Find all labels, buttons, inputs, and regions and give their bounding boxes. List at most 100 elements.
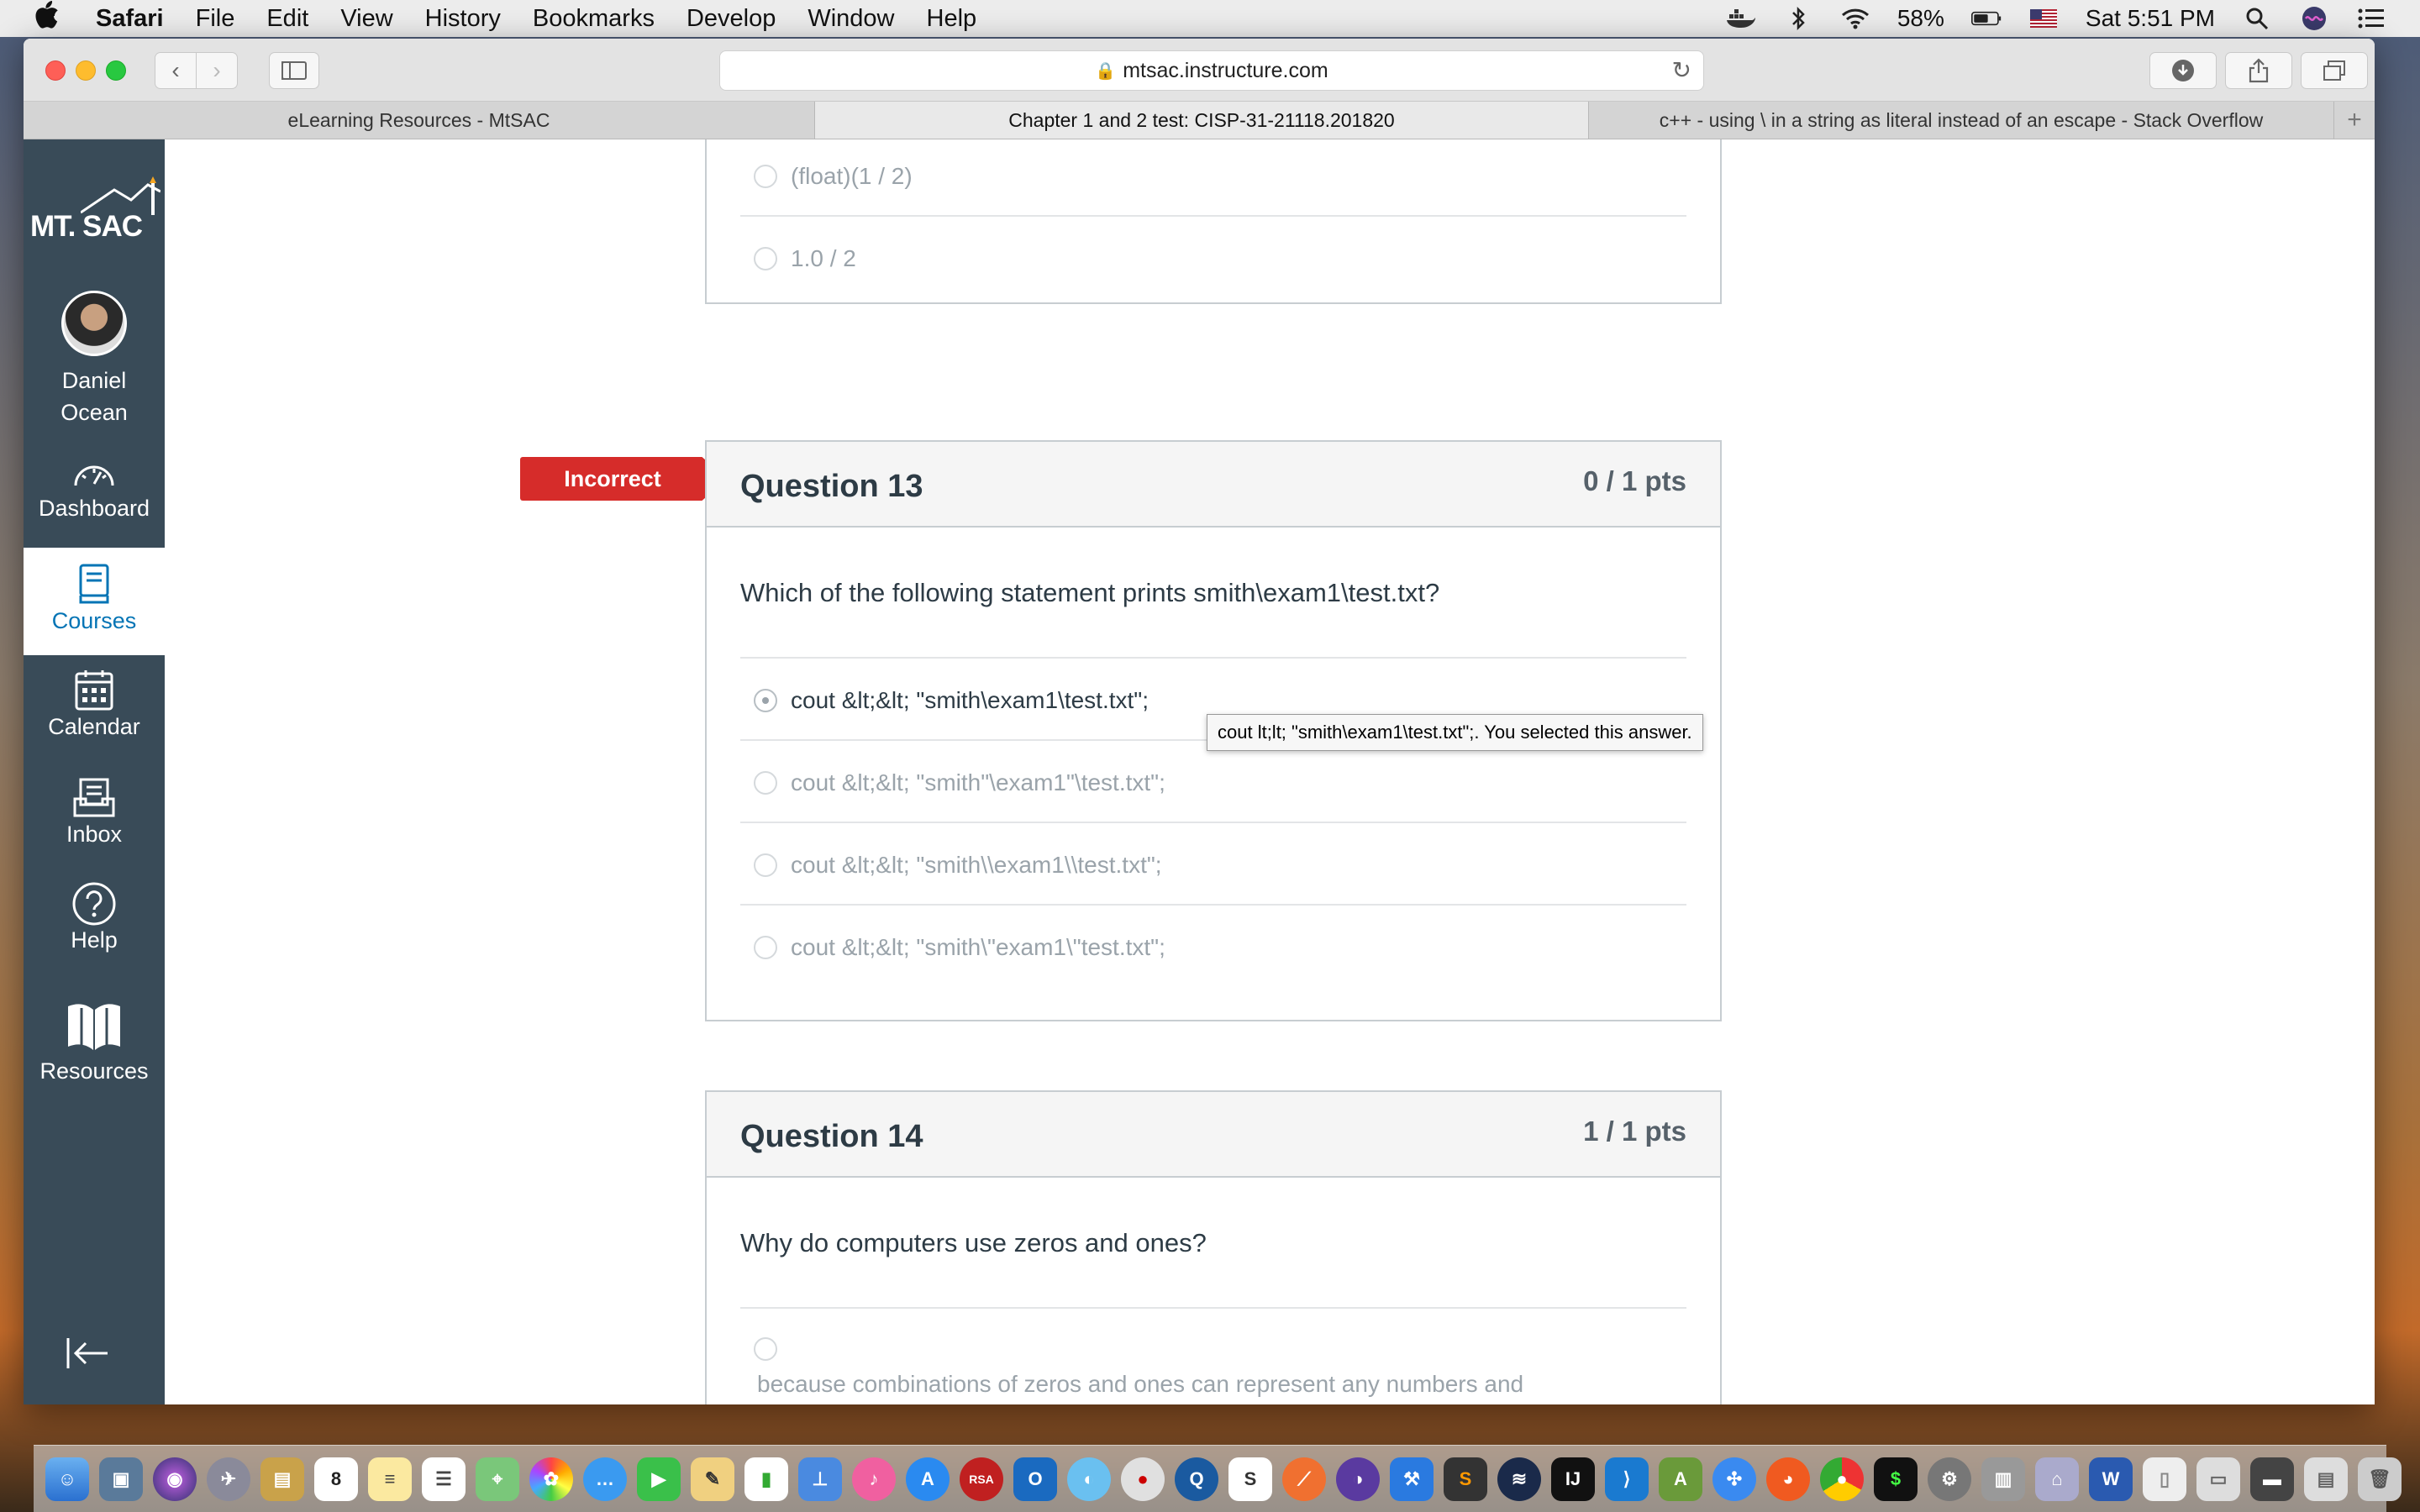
- zoom-window-button[interactable]: [106, 60, 126, 81]
- firefox-icon[interactable]: ◕: [1766, 1457, 1810, 1501]
- nav-account[interactable]: Daniel Ocean: [24, 291, 165, 428]
- terminal-icon[interactable]: $: [1874, 1457, 1918, 1501]
- nav-inbox[interactable]: Inbox: [24, 774, 165, 874]
- outlook-icon[interactable]: O: [1013, 1457, 1057, 1501]
- collapse-nav-icon[interactable]: [66, 1336, 111, 1379]
- radio-button[interactable]: [754, 247, 777, 270]
- docker-icon[interactable]: [1726, 6, 1756, 31]
- mtsac-logo[interactable]: MT. SAC: [30, 175, 160, 250]
- answer-option[interactable]: cout &lt;&lt; "smith"\exam1"\test.txt";: [754, 769, 1165, 796]
- notes-icon[interactable]: ≡: [368, 1457, 412, 1501]
- us-flag-icon[interactable]: [2028, 6, 2059, 31]
- nav-dashboard[interactable]: Dashboard: [24, 449, 165, 548]
- downloads-button[interactable]: [2149, 52, 2217, 89]
- network-icon[interactable]: ⌂: [2035, 1457, 2079, 1501]
- nav-resources[interactable]: Resources: [24, 996, 165, 1105]
- pages-icon[interactable]: ✎: [691, 1457, 734, 1501]
- menu-file[interactable]: File: [196, 5, 235, 33]
- numbers-icon[interactable]: ▮: [744, 1457, 788, 1501]
- eclipse-icon[interactable]: ◑: [1336, 1457, 1380, 1501]
- menu-bookmarks[interactable]: Bookmarks: [533, 5, 655, 33]
- vpn-icon[interactable]: ◐: [1067, 1457, 1111, 1501]
- menu-window[interactable]: Window: [808, 5, 894, 33]
- maps-icon[interactable]: ⌖: [476, 1457, 519, 1501]
- spotlight-search-icon[interactable]: [2242, 6, 2272, 31]
- itunes-icon[interactable]: ♪: [852, 1457, 896, 1501]
- calendar-app-icon[interactable]: 8: [314, 1457, 358, 1501]
- vscode-icon[interactable]: ⟩: [1605, 1457, 1649, 1501]
- back-button[interactable]: ‹: [155, 52, 197, 89]
- window-thumbnail-icon[interactable]: ▬: [2250, 1457, 2294, 1501]
- intellij-icon[interactable]: IJ: [1551, 1457, 1595, 1501]
- battery-icon[interactable]: [1970, 6, 2002, 31]
- radio-button[interactable]: [754, 1337, 777, 1361]
- record-icon[interactable]: ●: [1121, 1457, 1165, 1501]
- wifi-icon[interactable]: [1840, 6, 1870, 31]
- reload-icon[interactable]: ↻: [1672, 56, 1691, 84]
- android-studio-icon[interactable]: A: [1659, 1457, 1702, 1501]
- answer-option[interactable]: 1.0 / 2: [754, 245, 856, 272]
- sidebar-toggle-button[interactable]: [269, 52, 319, 89]
- photos-icon[interactable]: ✿: [529, 1457, 573, 1501]
- answer-option[interactable]: cout &lt;&lt; "smith\"exam1\"test.txt";: [754, 934, 1165, 961]
- xcode-icon[interactable]: ⚒: [1390, 1457, 1434, 1501]
- quicktime-icon[interactable]: Q: [1175, 1457, 1218, 1501]
- preview-icon[interactable]: ▣: [99, 1457, 143, 1501]
- siri-dock-icon[interactable]: ◉: [153, 1457, 197, 1501]
- tab-elearning-resources[interactable]: eLearning Resources - MtSAC: [24, 102, 815, 139]
- siri-icon[interactable]: [2299, 6, 2329, 31]
- finder-icon[interactable]: ☺: [45, 1457, 89, 1501]
- menu-edit[interactable]: Edit: [266, 5, 308, 33]
- radio-button[interactable]: [754, 771, 777, 795]
- keynote-icon[interactable]: ⊥: [798, 1457, 842, 1501]
- apple-menu-icon[interactable]: [34, 1, 64, 36]
- scrivener-icon[interactable]: S: [1228, 1457, 1272, 1501]
- system-preferences-icon[interactable]: ⚙: [1928, 1457, 1971, 1501]
- menu-app-name[interactable]: Safari: [96, 5, 164, 33]
- chrome-icon[interactable]: ●: [1820, 1457, 1864, 1501]
- new-tab-button[interactable]: +: [2334, 102, 2375, 139]
- tab-chapter-test[interactable]: Chapter 1 and 2 test: CISP-31-21118.2018…: [815, 102, 1589, 139]
- radio-button[interactable]: [754, 165, 777, 188]
- menu-history[interactable]: History: [425, 5, 501, 33]
- nav-help[interactable]: Help: [24, 880, 165, 979]
- close-window-button[interactable]: [45, 60, 66, 81]
- launchpad-icon[interactable]: ✈: [207, 1457, 250, 1501]
- java-icon[interactable]: ≋: [1497, 1457, 1541, 1501]
- menubar-clock[interactable]: Sat 5:51 PM: [2086, 5, 2215, 32]
- radio-button[interactable]: [754, 853, 777, 877]
- trash-icon[interactable]: 🗑: [2358, 1457, 2402, 1501]
- forward-button[interactable]: ›: [196, 52, 238, 89]
- tab-stack-overflow[interactable]: c++ - using \ in a string as literal ins…: [1589, 102, 2334, 139]
- nav-courses[interactable]: Courses: [24, 548, 165, 655]
- filemerge-icon[interactable]: ▥: [1981, 1457, 2025, 1501]
- screenshot-icon[interactable]: ▭: [2196, 1457, 2240, 1501]
- archive-icon[interactable]: ▤: [260, 1457, 304, 1501]
- minimize-window-button[interactable]: [76, 60, 96, 81]
- notification-center-icon[interactable]: [2356, 6, 2386, 31]
- radio-button[interactable]: [754, 936, 777, 959]
- sublime-icon[interactable]: S: [1444, 1457, 1487, 1501]
- nav-calendar[interactable]: Calendar: [24, 667, 165, 766]
- word-icon[interactable]: W: [2089, 1457, 2133, 1501]
- menu-develop[interactable]: Develop: [687, 5, 776, 33]
- answer-option[interactable]: cout &lt;&lt; "smith\\exam1\\test.txt";: [754, 852, 1162, 879]
- answer-option-selected[interactable]: cout &lt;&lt; "smith\exam1\test.txt";: [754, 687, 1149, 714]
- reminders-icon[interactable]: ☰: [422, 1457, 466, 1501]
- radio-button[interactable]: [754, 689, 777, 712]
- share-button[interactable]: [2225, 52, 2292, 89]
- folder-stack-icon[interactable]: ▤: [2304, 1457, 2348, 1501]
- facetime-icon[interactable]: ▶: [637, 1457, 681, 1501]
- document-icon[interactable]: ▯: [2143, 1457, 2186, 1501]
- messages-icon[interactable]: …: [583, 1457, 627, 1501]
- app-store-icon[interactable]: A: [906, 1457, 950, 1501]
- address-bar[interactable]: 🔒 mtsac.instructure.com ↻: [719, 50, 1704, 91]
- answer-text[interactable]: because combinations of zeros and ones c…: [757, 1368, 1564, 1404]
- rsa-securid-icon[interactable]: RSA: [960, 1457, 1003, 1501]
- bluetooth-icon[interactable]: [1783, 6, 1813, 31]
- menu-view[interactable]: View: [340, 5, 392, 33]
- instruments-icon[interactable]: ⟋: [1282, 1457, 1326, 1501]
- tab-overview-button[interactable]: [2301, 52, 2368, 89]
- menu-help[interactable]: Help: [927, 5, 977, 33]
- safari-icon[interactable]: ✣: [1712, 1457, 1756, 1501]
